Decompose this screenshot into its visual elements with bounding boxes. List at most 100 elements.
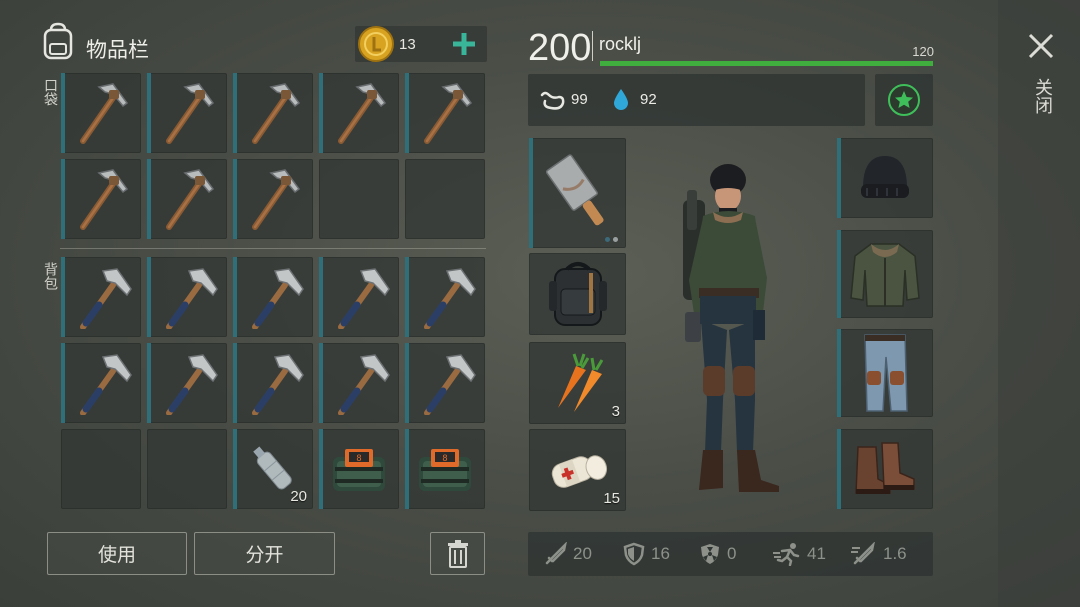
hammer-icon [413,351,477,415]
pocket-slot[interactable] [233,159,313,239]
pickaxe-icon [413,81,477,145]
close-icon[interactable] [1027,32,1055,60]
pickaxe-icon [69,81,133,145]
pocket-slot[interactable] [405,159,485,239]
attack-speed-stat: 1.6 [850,532,907,576]
trash-icon [447,539,468,568]
backpack-slot[interactable] [147,429,227,509]
pickaxe-icon [155,81,219,145]
svg-text:8: 8 [442,454,447,464]
carrot-icon [557,353,603,412]
backpack-slot[interactable]: 8 [405,429,485,509]
pocket-slot[interactable] [319,73,399,153]
backpack-slot[interactable] [61,343,141,423]
pants-icon [864,334,908,412]
pickaxe-icon [241,167,305,231]
split-button[interactable]: 分开 [194,532,335,575]
backpack-slot[interactable] [61,429,141,509]
add-coins-button[interactable] [452,32,476,56]
item-quantity: 15 [603,490,620,507]
backpack-slot[interactable] [319,257,399,337]
backpack-slot[interactable] [61,257,141,337]
backpack-slot[interactable] [147,257,227,337]
equipment-slot-right[interactable] [837,329,933,417]
backpack-slot[interactable]: 8 [319,429,399,509]
attack-stat: 20 [544,532,592,576]
coin-count: 13 [399,36,416,53]
jacket-icon [850,243,920,307]
attack-value: 20 [573,544,592,563]
player-name: rocklj [599,34,642,54]
radiation-stat: 0 [698,532,736,576]
trash-button[interactable] [430,532,485,575]
equipment-slot-right[interactable] [837,230,933,318]
backpack-slot[interactable] [405,257,485,337]
close-label[interactable]: 关闭 [1029,78,1055,114]
backpack-slot[interactable] [233,343,313,423]
backpack-icon [43,22,73,60]
hammer-icon [155,265,219,329]
use-button[interactable]: 使用 [47,532,187,575]
pocket-slot[interactable] [233,73,313,153]
stats-bar: 20 16 0 41 1.6 [528,532,933,576]
pocket-slot[interactable] [147,159,227,239]
equipment-slot-left[interactable]: 3 [529,342,626,424]
equipment-slot-left[interactable]: 15 [529,429,626,511]
hammer-icon [241,351,305,415]
favorite-panel[interactable] [875,74,933,126]
pocket-slot[interactable] [61,159,141,239]
pocket-label: 口袋 [42,78,58,106]
character-level: 200 [528,27,592,69]
stomach-icon [540,91,565,110]
cleaver-icon [545,154,604,226]
radiation-icon [701,544,719,564]
hammer-icon [69,351,133,415]
pocket-slot[interactable] [405,73,485,153]
pocket-slot[interactable] [147,73,227,153]
item-quantity: 3 [611,403,620,420]
xp-bar-fill [600,61,933,66]
hammer-icon [327,265,391,329]
inventory-title: 物品栏 [86,38,149,62]
hammer-icon [69,265,133,329]
hammer-icon [241,265,305,329]
equipment-slot-left[interactable] [529,253,626,335]
character-figure [683,164,779,492]
running-icon [773,543,800,566]
backpack-slot[interactable]: 20 [233,429,313,509]
bandage-icon [551,455,607,488]
item-quantity: 20 [290,488,307,505]
pickaxe-icon [155,167,219,231]
equipment-slot-right[interactable] [837,138,933,218]
pickaxe-icon [327,81,391,145]
speed-stat: 41 [772,532,826,576]
equipment-slot-left[interactable] [529,138,626,248]
boots-icon [855,442,915,494]
backpack-slot[interactable] [147,343,227,423]
hunger-value: 99 [571,91,588,108]
attack-speed-value: 1.6 [883,544,907,563]
backpack-label: 背包 [42,262,58,290]
hammer-icon [327,351,391,415]
backpack-slot[interactable] [233,257,313,337]
backpack-slot[interactable] [319,343,399,423]
sword-icon [545,542,567,565]
hammer-icon [155,351,219,415]
pocket-slot[interactable] [61,73,141,153]
defense-value: 16 [651,544,670,563]
page-dots [605,237,618,242]
star-badge-icon[interactable] [887,83,921,117]
shield-icon [623,542,645,566]
coin-counter: 13 [355,26,487,62]
equipment-slot-right[interactable] [837,429,933,509]
pocket-slot[interactable] [319,159,399,239]
backpack-slot[interactable] [405,343,485,423]
thirst-value: 92 [640,91,657,108]
radiation-value: 0 [727,544,737,563]
section-divider [60,248,486,249]
bomb-icon: 8 [333,449,385,491]
pickaxe-icon [69,167,133,231]
coin-icon [358,26,394,62]
name-divider [592,31,593,61]
vitals-panel: 99 92 [528,74,865,126]
